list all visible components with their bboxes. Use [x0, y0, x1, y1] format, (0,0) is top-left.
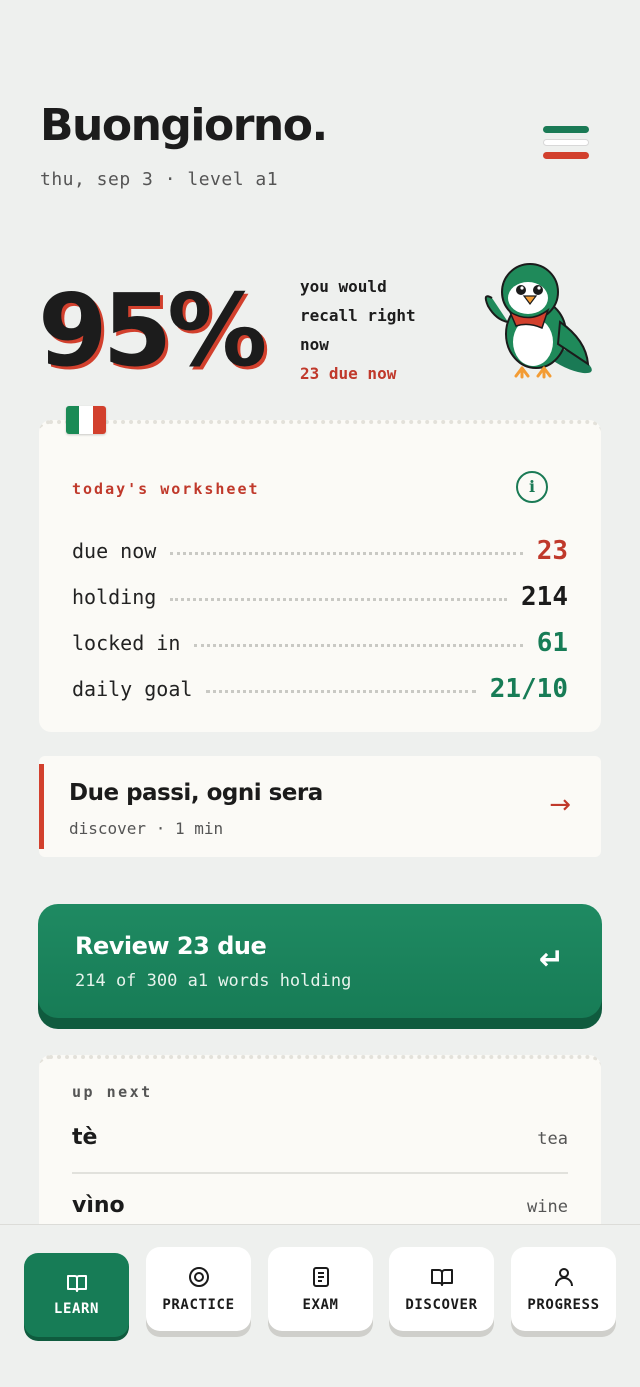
- row-leader-dots: [170, 597, 508, 601]
- recall-line-1: you would: [300, 277, 387, 296]
- word-english: wine: [527, 1197, 568, 1217]
- document-icon: [268, 1265, 373, 1289]
- review-meta: 214 of 300 a1 words holding: [75, 971, 352, 991]
- bottom-nav: LEARN PRACTICE EXAM DISCOVER PROGRESS: [0, 1224, 640, 1387]
- bird-mascot-icon: [484, 263, 592, 379]
- date-level-subtitle: thu, sep 3 · level a1: [40, 169, 279, 190]
- row-label: holding: [72, 585, 157, 609]
- nav-label: PROGRESS: [527, 1297, 600, 1313]
- nav-practice[interactable]: PRACTICE: [146, 1247, 251, 1331]
- divider: [72, 1172, 568, 1174]
- row-value: 23: [536, 536, 568, 566]
- row-label: locked in: [72, 631, 181, 655]
- worksheet-label: today's worksheet: [72, 480, 260, 498]
- worksheet-row-goal: daily goal 21/10: [72, 674, 568, 704]
- list-item[interactable]: vìno wine: [72, 1193, 568, 1218]
- nav-discover[interactable]: DISCOVER: [389, 1247, 494, 1331]
- list-item[interactable]: tè tea: [72, 1125, 568, 1150]
- nav-exam[interactable]: EXAM: [268, 1247, 373, 1331]
- nav-learn[interactable]: LEARN: [24, 1253, 129, 1337]
- open-book-icon: [389, 1265, 494, 1289]
- menu-bar-green: [543, 126, 589, 133]
- recall-line-3: now: [300, 335, 329, 354]
- book-open-icon: [24, 1271, 129, 1295]
- user-icon: [511, 1265, 616, 1289]
- nav-label: EXAM: [302, 1297, 339, 1313]
- recall-line-2: recall right: [300, 306, 416, 325]
- review-due-button[interactable]: Review 23 due 214 of 300 a1 words holdin…: [38, 904, 602, 1018]
- menu-bar-white: [543, 139, 589, 146]
- up-next-label: up next: [72, 1083, 153, 1101]
- arrow-right-icon: →: [549, 790, 571, 820]
- discover-title: Due passi, ogni sera: [69, 780, 323, 806]
- worksheet-card: today's worksheet i due now 23 holding 2…: [39, 420, 601, 732]
- nav-label: PRACTICE: [162, 1297, 235, 1313]
- target-icon: [146, 1265, 251, 1289]
- menu-button[interactable]: [543, 126, 589, 164]
- row-value: 214: [521, 582, 568, 612]
- nav-label: LEARN: [53, 1301, 100, 1317]
- recall-caption: you would recall right now 23 due now: [300, 272, 460, 388]
- row-label: daily goal: [72, 677, 193, 701]
- recall-percent: 95%: [38, 272, 267, 389]
- worksheet-row-holding: holding 214: [72, 582, 568, 612]
- word-italian: tè: [72, 1125, 98, 1150]
- accent-bar: [39, 764, 44, 849]
- menu-bar-red: [543, 152, 589, 159]
- word-english: tea: [537, 1129, 568, 1149]
- worksheet-row-due: due now 23: [72, 536, 568, 566]
- enter-icon: ↵: [538, 942, 564, 977]
- row-leader-dots: [194, 643, 523, 647]
- header: Buongiorno. thu, sep 3 · level a1: [40, 100, 328, 190]
- word-italian: vìno: [72, 1193, 125, 1218]
- recall-due-count: 23 due now: [300, 364, 397, 383]
- row-label: due now: [72, 539, 157, 563]
- italian-flag-icon: [66, 406, 106, 434]
- worksheet-row-locked: locked in 61: [72, 628, 568, 658]
- nav-label: DISCOVER: [405, 1297, 478, 1313]
- row-leader-dots: [170, 551, 523, 555]
- row-value: 61: [536, 628, 568, 658]
- nav-progress[interactable]: PROGRESS: [511, 1247, 616, 1331]
- info-icon[interactable]: i: [516, 471, 548, 503]
- row-value: 21/10: [489, 674, 568, 704]
- page-title: Buongiorno.: [40, 100, 328, 151]
- discover-meta: discover · 1 min: [69, 819, 224, 838]
- row-leader-dots: [206, 689, 476, 693]
- discover-card[interactable]: Due passi, ogni sera discover · 1 min →: [39, 756, 601, 857]
- review-title: Review 23 due: [75, 932, 267, 960]
